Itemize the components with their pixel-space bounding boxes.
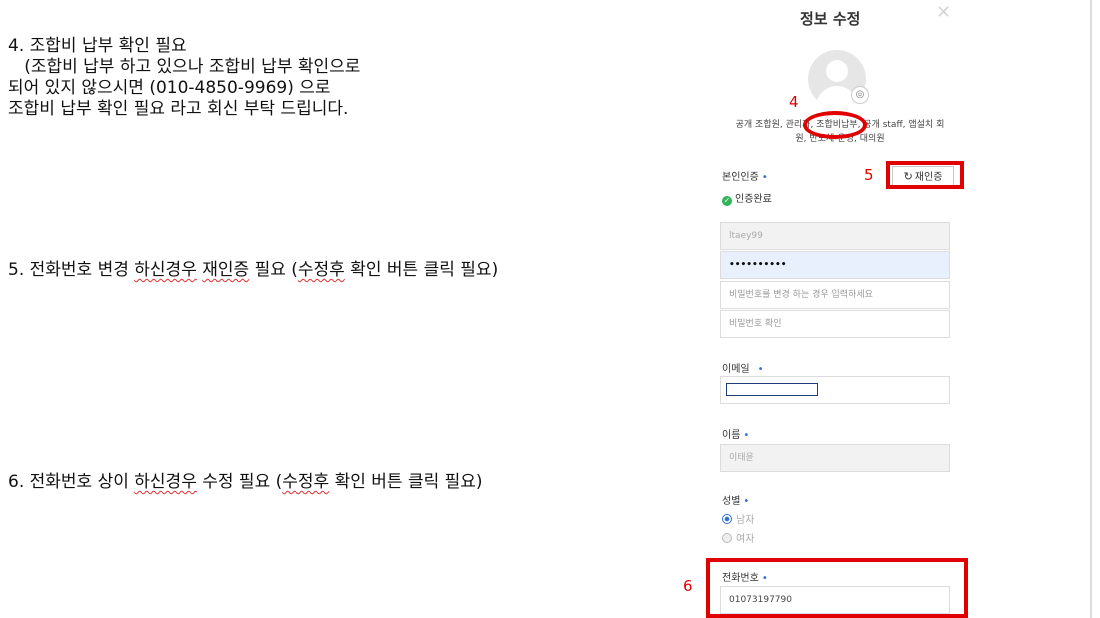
modal-title: 정보 수정 bbox=[800, 10, 861, 28]
camera-icon[interactable]: ◎ bbox=[851, 86, 869, 104]
instruction-6: 6. 전화번호 상이 하신경우 수정 필요 (수정후 확인 버튼 클릭 필요) bbox=[8, 472, 483, 492]
identity-verification-label: 본인인증 • bbox=[722, 172, 768, 183]
instruction-5: 5. 전화번호 변경 하신경우 재인증 필요 (수정후 확인 버튼 클릭 필요) bbox=[8, 260, 499, 280]
name-label: 이름 • bbox=[722, 430, 750, 441]
annotation-number-6: 6 bbox=[683, 577, 693, 595]
instruction-4-line-1: 4. 조합비 납부 확인 필요 bbox=[8, 36, 187, 56]
check-icon: ✓ bbox=[722, 196, 732, 206]
annotation-box-5 bbox=[886, 161, 964, 189]
gender-male-option[interactable]: 남자 bbox=[722, 511, 754, 526]
edit-profile-panel: 정보 수정 ✕ ◎ 공개 조합원, 관리자, 조합비납부, 공개 staff, … bbox=[700, 0, 970, 618]
annotation-number-5: 5 bbox=[864, 166, 874, 184]
scrollbar-divider bbox=[1090, 0, 1092, 618]
new-password-field[interactable]: 비밀번호를 변경 하는 경우 입력하세요 bbox=[720, 281, 950, 309]
gender-label: 성별 • bbox=[722, 496, 750, 507]
verified-status: ✓ 인증완료 bbox=[722, 194, 772, 206]
annotation-ellipse-4 bbox=[803, 111, 867, 139]
radio-female[interactable] bbox=[722, 533, 732, 543]
confirm-password-field[interactable]: 비밀번호 확인 bbox=[720, 310, 950, 338]
annotation-box-6 bbox=[706, 558, 968, 618]
annotation-number-4: 4 bbox=[789, 93, 799, 111]
email-input[interactable] bbox=[726, 383, 818, 396]
radio-male[interactable] bbox=[722, 514, 732, 524]
email-label: 이메일 • bbox=[722, 364, 764, 375]
instruction-4-line-3: 되어 있지 않으시면 (010-4850-9969) 으로 bbox=[8, 78, 331, 98]
name-field: 이태윤 bbox=[720, 444, 950, 472]
instruction-4-line-4: 조합비 납부 확인 필요 라고 회신 부탁 드립니다. bbox=[8, 99, 349, 119]
user-id-field: ltaey99 bbox=[720, 222, 950, 250]
gender-female-option[interactable]: 여자 bbox=[722, 530, 754, 545]
password-field[interactable]: •••••••••• bbox=[720, 251, 950, 279]
instruction-4-line-2: (조합비 납부 하고 있으나 조합비 납부 확인으로 bbox=[8, 57, 361, 77]
close-icon[interactable]: ✕ bbox=[936, 2, 951, 23]
